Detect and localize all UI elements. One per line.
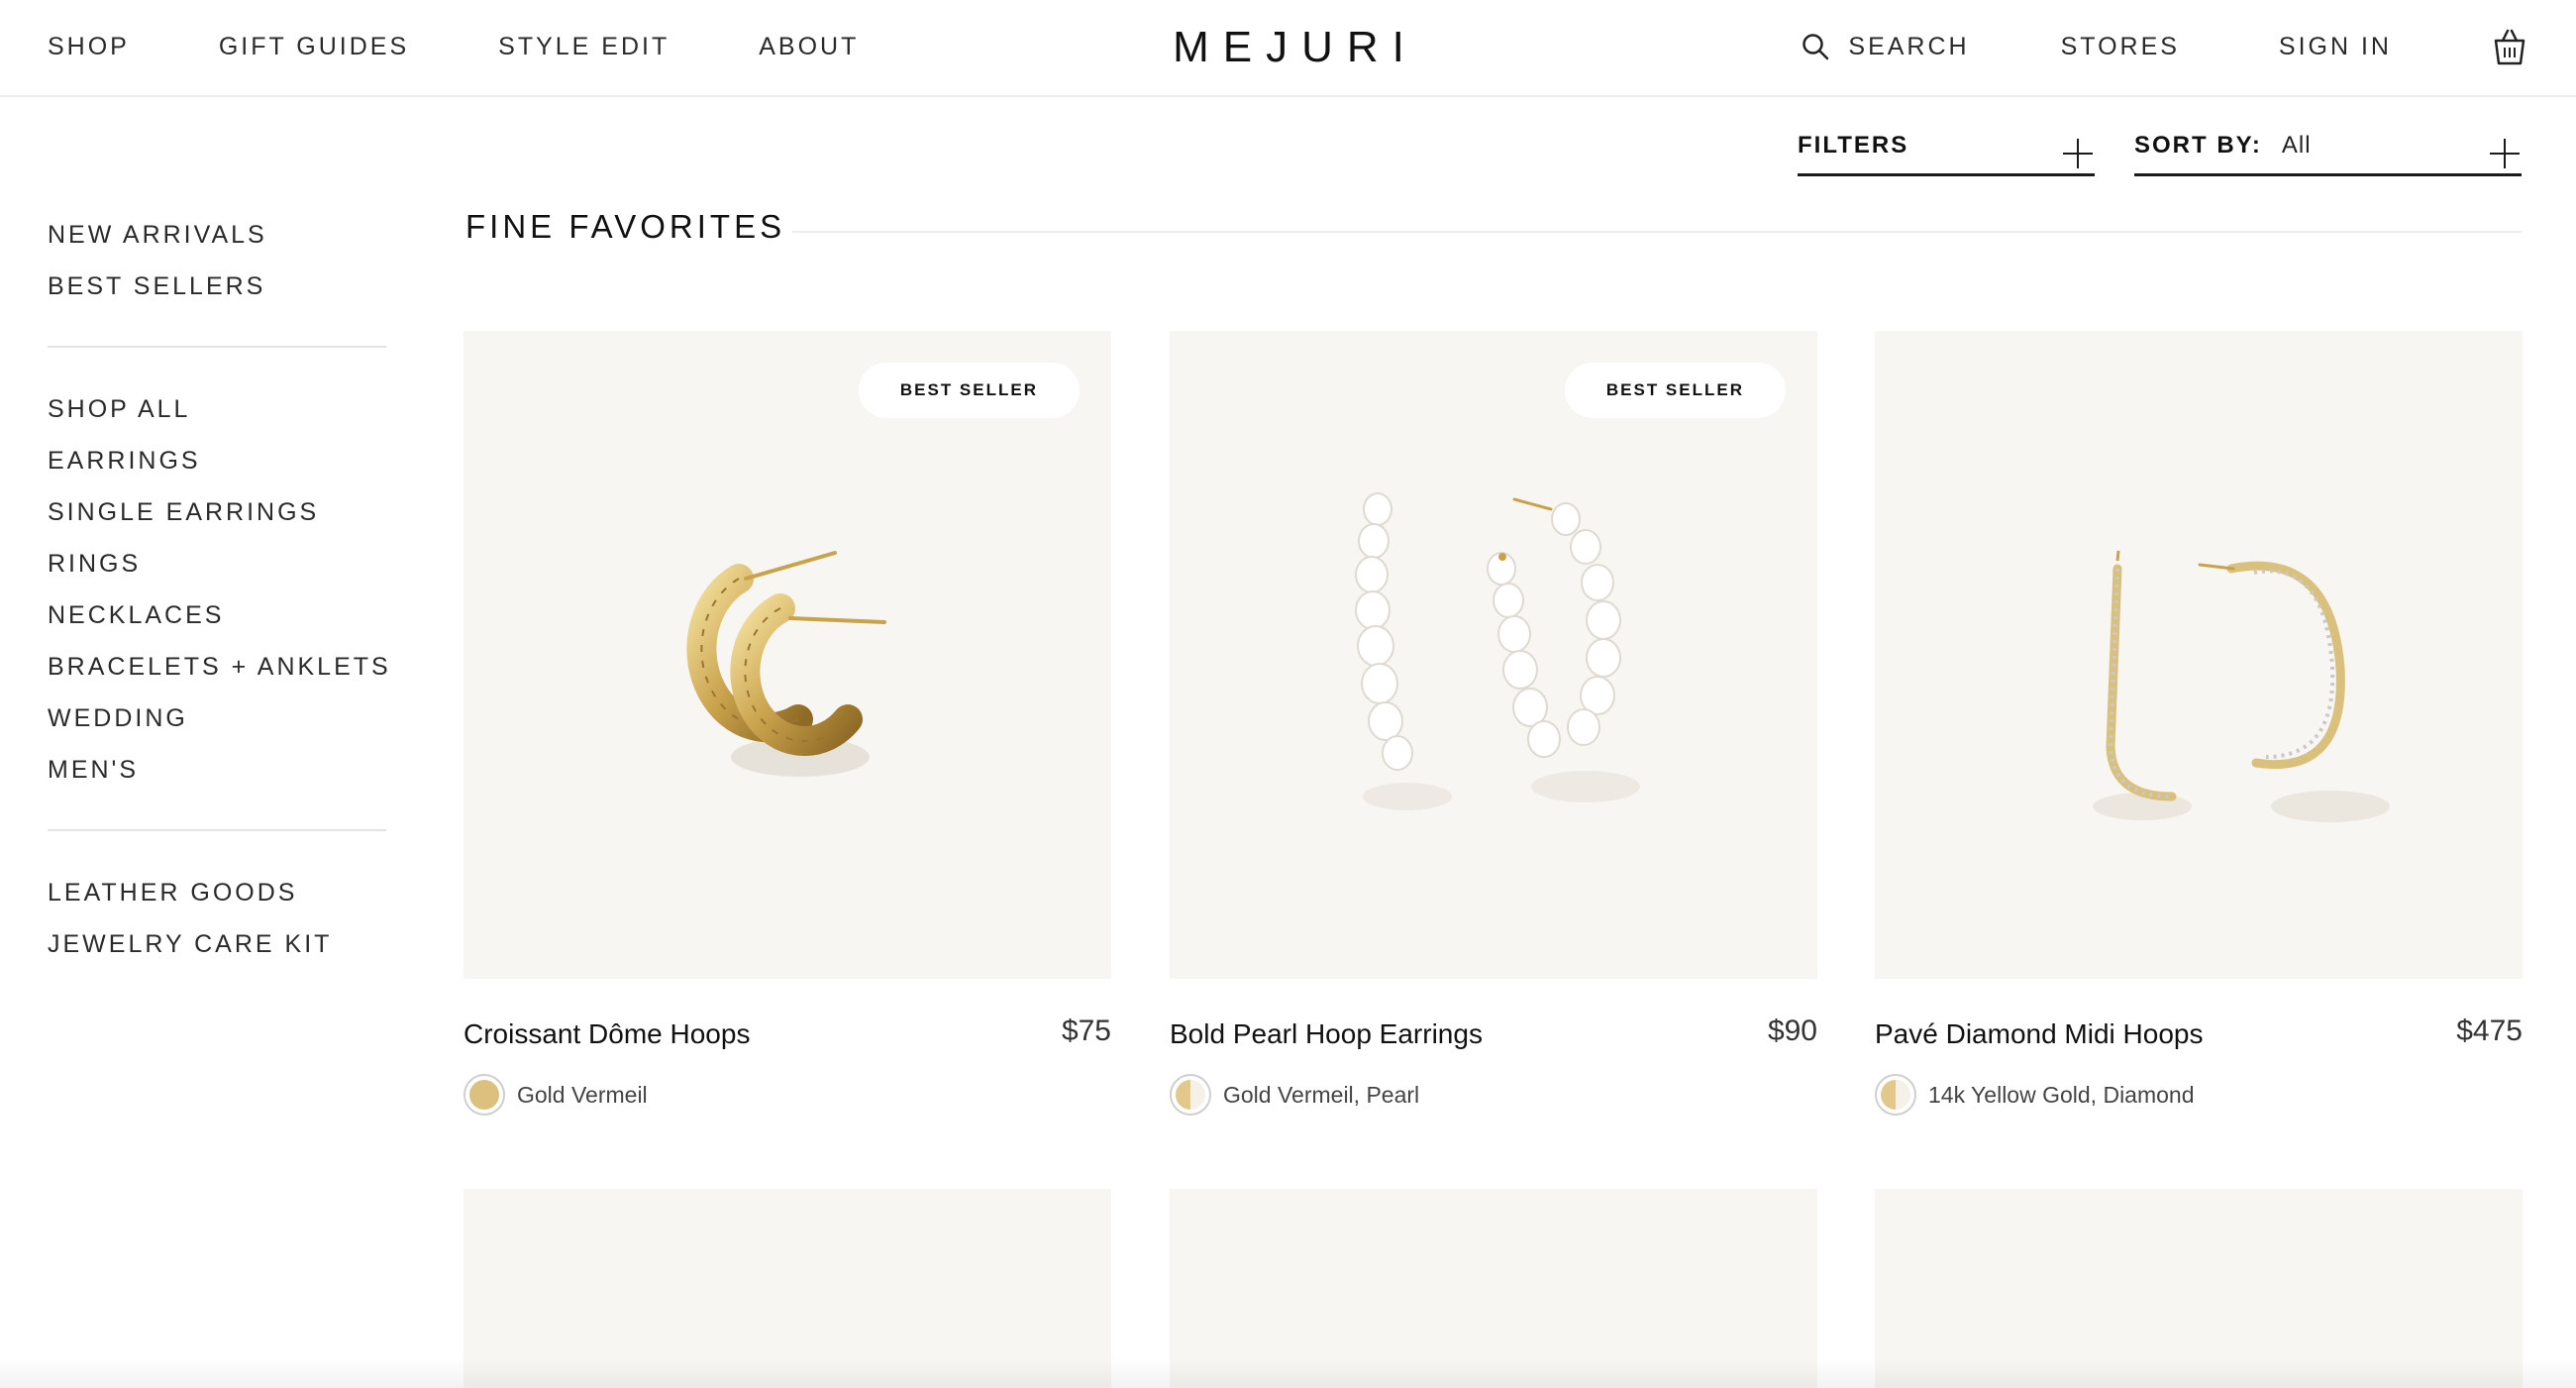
sidebar-divider (48, 346, 386, 348)
material-swatch[interactable] (464, 1074, 505, 1116)
croissant-hoop-earrings-image (686, 551, 886, 777)
sidebar-item-rings[interactable]: RINGS (48, 542, 386, 593)
sidebar-group-categories: SHOP ALL EARRINGS SINGLE EARRINGS RINGS … (48, 387, 388, 800)
product-price: $90 (1767, 1014, 1817, 1047)
product-card[interactable]: Pavé Diamond Midi Hoops $475 14k Yellow … (1875, 331, 2523, 1127)
gold-diamond-swatch-icon (1881, 1080, 1910, 1110)
product-image-placeholder[interactable] (464, 1189, 1111, 1388)
sign-in-link[interactable]: SIGN IN (2279, 33, 2392, 61)
nav-shop[interactable]: SHOP (48, 33, 130, 61)
product-image[interactable]: BEST SELLER (1170, 331, 1817, 979)
sidebar-item-wedding[interactable]: WEDDING (48, 696, 386, 748)
gold-swatch-icon (469, 1080, 499, 1110)
site-header: SHOP GIFT GUIDES STYLE EDIT ABOUT MEJURI… (0, 0, 2576, 97)
swatch-row: Gold Vermeil, Pearl (1170, 1074, 1419, 1116)
sidebar-item-bracelets-anklets[interactable]: BRACELETS + ANKLETS (48, 645, 388, 696)
stores-link[interactable]: STORES (2061, 33, 2180, 61)
product-material: Gold Vermeil (517, 1081, 648, 1108)
product-meta: Pavé Diamond Midi Hoops $475 14k Yellow … (1875, 979, 2523, 1127)
nav-gift-guides[interactable]: GIFT GUIDES (219, 33, 409, 61)
filters-label: FILTERS (1798, 131, 1909, 159)
material-swatch[interactable] (1875, 1074, 1916, 1116)
pearl-hoop-earrings-image (1355, 492, 1640, 810)
section-title: FINE FAVORITES (465, 208, 786, 245)
best-seller-badge: BEST SELLER (1564, 363, 1786, 418)
product-name[interactable]: Croissant Dôme Hoops (464, 1018, 750, 1050)
product-image[interactable]: BEST SELLER (464, 331, 1111, 979)
sort-by-text: SORT BY: (2134, 131, 2262, 159)
product-card[interactable]: BEST SELLER Bold Pearl Hoop Earrings $90… (1170, 331, 1817, 1127)
sidebar-item-leather-goods[interactable]: LEATHER GOODS (48, 871, 386, 922)
sidebar-group-accessories: LEATHER GOODS JEWELRY CARE KIT (48, 871, 386, 974)
material-swatch[interactable] (1170, 1074, 1211, 1116)
sidebar-group-featured: NEW ARRIVALS BEST SELLERS (48, 213, 386, 316)
product-price: $475 (2456, 1014, 2523, 1047)
shopping-bag-icon (2494, 29, 2525, 65)
product-meta: Bold Pearl Hoop Earrings $90 Gold Vermei… (1170, 979, 1817, 1127)
sidebar-item-earrings[interactable]: EARRINGS (48, 439, 386, 490)
gold-pearl-swatch-icon (1176, 1080, 1205, 1110)
sidebar-item-jewelry-care-kit[interactable]: JEWELRY CARE KIT (48, 922, 386, 974)
product-image-placeholder[interactable] (1875, 1189, 2523, 1388)
search-button[interactable]: SEARCH (1801, 32, 1969, 61)
sort-by-label: SORT BY: All (2134, 132, 2312, 160)
sidebar-divider (48, 829, 386, 831)
sort-by-dropdown[interactable]: SORT BY: All (2134, 117, 2522, 176)
plus-icon (2063, 138, 2093, 168)
best-seller-badge: BEST SELLER (858, 363, 1080, 418)
sidebar-item-single-earrings[interactable]: SINGLE EARRINGS (48, 490, 386, 542)
sidebar-item-best-sellers[interactable]: BEST SELLERS (48, 265, 386, 316)
product-name[interactable]: Bold Pearl Hoop Earrings (1170, 1018, 1483, 1050)
sidebar-item-new-arrivals[interactable]: NEW ARRIVALS (48, 213, 386, 265)
product-image-placeholder[interactable] (1170, 1189, 1817, 1388)
product-card[interactable]: BEST SELLER Croissant Dôme Hoops $75 Gol… (464, 331, 1111, 1127)
product-price: $75 (1061, 1014, 1111, 1047)
product-image[interactable] (1875, 331, 2523, 979)
filters-dropdown[interactable]: FILTERS (1798, 117, 2095, 176)
sidebar-item-shop-all[interactable]: SHOP ALL (48, 387, 386, 439)
sidebar-item-necklaces[interactable]: NECKLACES (48, 593, 386, 645)
utility-nav: SEARCH STORES SIGN IN (1801, 0, 2528, 93)
swatch-row: Gold Vermeil (464, 1074, 648, 1116)
search-icon (1803, 34, 1829, 60)
product-material: 14k Yellow Gold, Diamond (1928, 1081, 2195, 1108)
plus-icon (2490, 138, 2520, 168)
nav-style-edit[interactable]: STYLE EDIT (498, 33, 670, 61)
cart-button[interactable] (2491, 27, 2528, 66)
pave-diamond-hoops-image (2093, 550, 2390, 822)
main-nav: SHOP GIFT GUIDES STYLE EDIT ABOUT (48, 0, 948, 93)
product-meta: Croissant Dôme Hoops $75 Gold Vermeil (464, 979, 1111, 1127)
sidebar-item-mens[interactable]: MEN'S (48, 748, 386, 800)
product-name[interactable]: Pavé Diamond Midi Hoops (1875, 1018, 2204, 1050)
category-sidebar: NEW ARRIVALS BEST SELLERS SHOP ALL EARRI… (48, 213, 388, 974)
search-label: SEARCH (1848, 32, 1970, 60)
product-material: Gold Vermeil, Pearl (1223, 1081, 1420, 1108)
swatch-row: 14k Yellow Gold, Diamond (1875, 1074, 2195, 1116)
section-divider (792, 231, 2522, 233)
nav-about[interactable]: ABOUT (759, 33, 859, 61)
brand-logo[interactable]: MEJURI (1173, 20, 1406, 75)
sort-by-value: All (2281, 131, 2312, 159)
